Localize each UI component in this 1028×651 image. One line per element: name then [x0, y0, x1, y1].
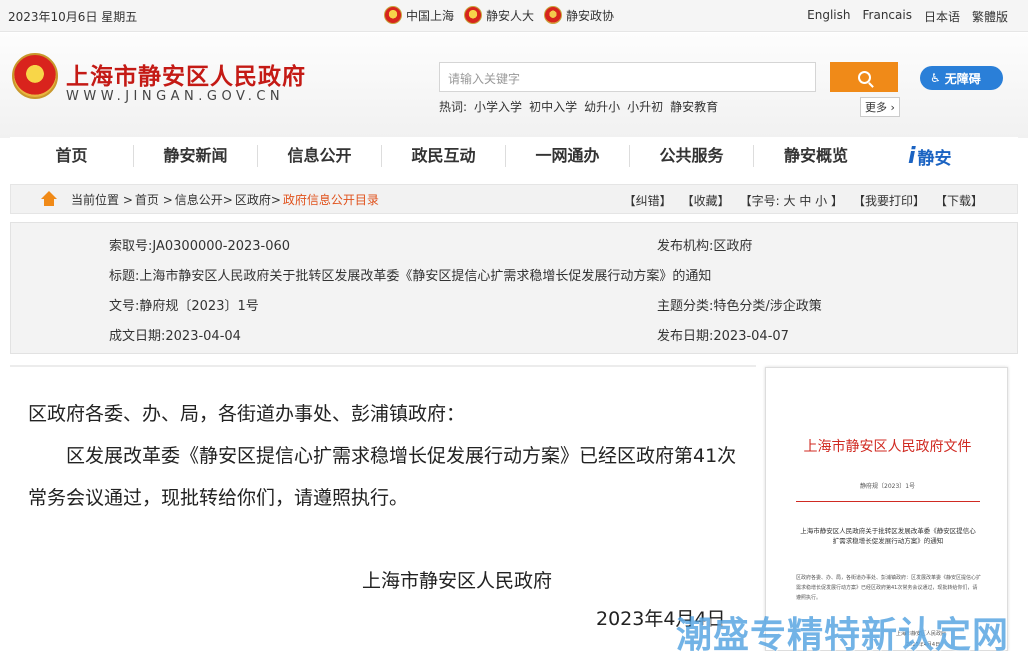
tool-error-report[interactable]: 【纠错】 — [624, 192, 672, 209]
lang-traditional-chinese[interactable]: 繁體版 — [972, 8, 1008, 25]
preview-heading: 上海市静安区人民政府关于批转区发展改革委《静安区提信心扩需求稳增长促发展行动方案… — [800, 527, 976, 545]
signature: 上海市静安区人民政府 — [362, 570, 553, 592]
link-jingan-cppcc[interactable]: 静安政协 — [544, 6, 614, 24]
emblem-icon — [464, 6, 483, 24]
accessibility-label: 无障碍 — [944, 71, 981, 86]
top-links: 中国上海 静安人大 静安政协 — [384, 6, 614, 24]
document-body: 区政府各委、办、局，各街道办事处、彭浦镇政府： 区发展改革委《静安区提信心扩需求… — [28, 393, 743, 519]
hot-word[interactable]: 小升初 — [627, 98, 663, 115]
link-label: 静安人大 — [486, 8, 535, 23]
search-button[interactable] — [830, 62, 898, 92]
breadcrumb-district-gov[interactable]: 区政府> — [235, 191, 281, 208]
breadcrumb-current[interactable]: 政府信息公开目录 — [283, 191, 379, 208]
breadcrumb-info[interactable]: 信息公开> — [175, 191, 233, 208]
index-number: 索取号:JA0300000-2023-060 — [109, 239, 291, 254]
nav-item-public-service[interactable]: 公共服务 — [630, 145, 754, 167]
nav-item-online-service[interactable]: 一网通办 — [506, 145, 630, 167]
breadcrumb-trail: 当前位置 > 首页 > 信息公开> 区政府> 政府信息公开目录 — [71, 191, 379, 208]
home-icon — [41, 191, 57, 207]
nav-item-info-disclosure[interactable]: 信息公开 — [258, 145, 382, 167]
preview-body: 区政府各委、办、局，各街道办事处、彭浦镇政府：区发展改革委《静安区提信心扩需求稳… — [796, 575, 982, 601]
tool-favorite[interactable]: 【收藏】 — [682, 192, 730, 209]
jingan-brand-link[interactable]: i 静安 — [908, 144, 952, 169]
preview-red-rule — [796, 501, 980, 502]
breadcrumb: 当前位置 > 首页 > 信息公开> 区政府> 政府信息公开目录 【纠错】 【收藏… — [10, 184, 1018, 214]
hot-word[interactable]: 幼升小 — [584, 98, 620, 115]
preview-title: 上海市静安区人民政府文件 — [803, 439, 972, 455]
emblem-icon — [384, 6, 402, 24]
creation-date: 成文日期:2023-04-04 — [109, 329, 241, 344]
wheelchair-icon: ♿ — [930, 71, 941, 85]
lang-japanese[interactable]: 日本语 — [924, 8, 960, 25]
national-emblem-icon — [12, 53, 58, 99]
nav-item-overview[interactable]: 静安概览 — [754, 145, 878, 167]
document-number: 文号:静府规〔2023〕1号 — [109, 299, 259, 314]
chevron-right-icon: › — [887, 101, 895, 114]
content-divider — [10, 365, 756, 367]
hot-words: 热词: 小学入学 初中入学 幼升小 小升初 静安教育 — [439, 98, 718, 115]
lang-english[interactable]: English — [807, 8, 850, 25]
main-nav: 首页 静安新闻 信息公开 政民互动 一网通办 公共服务 静安概览 i 静安 — [10, 137, 1018, 175]
link-label: 静安政协 — [566, 8, 615, 23]
publisher: 发布机构:区政府 — [657, 239, 753, 254]
hot-word[interactable]: 初中入学 — [529, 98, 577, 115]
watermark: 潮盛专精特新认定网 — [676, 615, 1010, 651]
site-header: 上海市静安区人民政府 WWW.JINGAN.GOV.CN 请输入关键字 ♿ 无障… — [0, 33, 1028, 138]
top-bar: 2023年10月6日 星期五 中国上海 静安人大 静安政协 English Fr… — [0, 0, 1028, 32]
search-input[interactable]: 请输入关键字 — [439, 62, 816, 92]
link-jingan-npc[interactable]: 静安人大 — [464, 6, 534, 24]
site-url: WWW.JINGAN.GOV.CN — [66, 89, 285, 104]
subject-category: 主题分类:特色分类/涉企政策 — [657, 299, 822, 314]
nav-item-news[interactable]: 静安新闻 — [134, 145, 258, 167]
current-date: 2023年10月6日 星期五 — [8, 10, 138, 24]
document-info-panel: 索取号:JA0300000-2023-060 发布机构:区政府 标题:上海市静安… — [10, 222, 1018, 354]
cppcc-emblem-icon — [544, 6, 563, 24]
tool-print[interactable]: 【我要打印】 — [853, 192, 925, 209]
link-china-shanghai[interactable]: 中国上海 — [384, 6, 454, 24]
accessibility-button[interactable]: ♿ 无障碍 — [920, 66, 1003, 90]
link-label: 中国上海 — [406, 8, 455, 23]
hot-word[interactable]: 小学入学 — [474, 98, 522, 115]
nav-item-interaction[interactable]: 政民互动 — [382, 145, 506, 167]
breadcrumb-home[interactable]: 首页 > — [135, 191, 173, 208]
hot-words-label: 热词: — [439, 100, 468, 114]
publish-date: 发布日期:2023-04-07 — [657, 329, 789, 344]
jingan-logo-icon: i — [908, 143, 916, 169]
language-switcher: English Francais 日本语 繁體版 — [807, 8, 1008, 25]
more-label: 更多 — [865, 101, 887, 114]
page-tools: 【纠错】 【收藏】 【字号: 大 中 小 】 【我要打印】 【下载】 — [624, 192, 983, 209]
salutation: 区政府各委、办、局，各街道办事处、彭浦镇政府： — [28, 403, 466, 425]
tool-download[interactable]: 【下载】 — [935, 192, 983, 209]
brand-label: 静安 — [917, 148, 952, 169]
tool-font-size[interactable]: 【字号: 大 中 小 】 — [740, 192, 843, 209]
body-paragraph: 区发展改革委《静安区提信心扩需求稳增长促发展行动方案》已经区政府第41次常务会议… — [28, 445, 737, 509]
preview-doc-number: 静府规〔2023〕1号 — [860, 483, 916, 490]
document-title: 标题:上海市静安区人民政府关于批转区发展改革委《静安区提信心扩需求稳增长促发展行… — [109, 269, 712, 284]
lang-french[interactable]: Francais — [863, 8, 912, 25]
hot-word[interactable]: 静安教育 — [670, 98, 718, 115]
nav-item-home[interactable]: 首页 — [10, 145, 134, 167]
site-title[interactable]: 上海市静安区人民政府 — [66, 57, 306, 91]
breadcrumb-prefix: 当前位置 > — [71, 192, 133, 207]
more-button[interactable]: 更多 › — [860, 97, 900, 117]
search-icon — [857, 70, 871, 84]
